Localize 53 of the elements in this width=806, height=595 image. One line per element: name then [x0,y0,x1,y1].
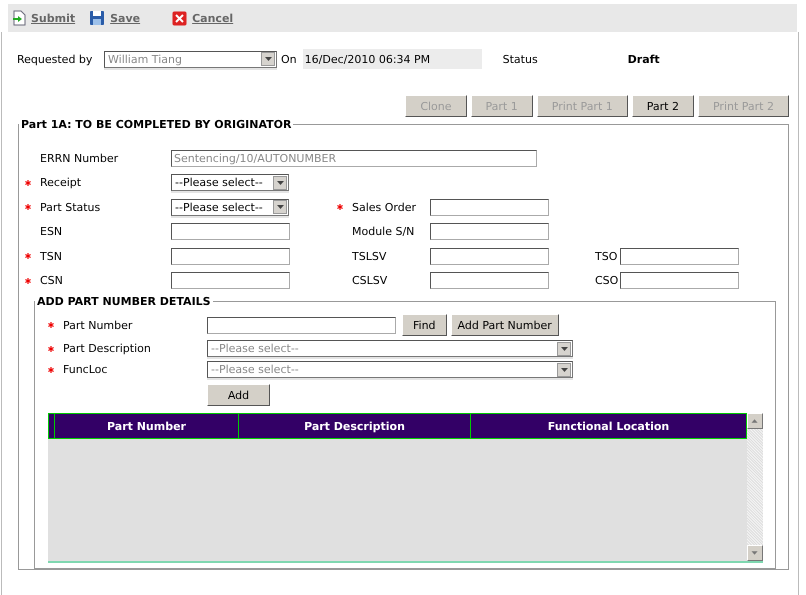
field-label: Status [502,52,539,66]
field-label: TSN [40,250,62,263]
field-label: CSN [40,274,63,288]
scroll-down-icon[interactable] [747,545,763,561]
toolbar-link[interactable]: Submit [12,10,76,26]
field-label: Receipt [40,176,82,190]
add-button[interactable]: Add [207,384,270,406]
add-part-number-button[interactable]: Add Part Number [450,314,559,336]
find-button[interactable]: Find [402,314,447,336]
field-label: Part Number [63,318,132,332]
scroll-up-icon[interactable] [747,413,763,429]
text-field[interactable]: Sentencing/10/AUTONUMBER [171,150,537,167]
text-field[interactable] [430,223,549,240]
field-label: FuncLoc [63,363,108,376]
field-label: On [281,52,297,66]
status-value: Draft [628,52,660,66]
text-field[interactable] [171,272,290,290]
field-label: Part Description [63,342,151,355]
field-label: Module S/N [352,225,414,238]
dropdown[interactable]: William Tiang [104,50,277,68]
scrollbar[interactable] [747,413,763,561]
field-label: Sales Order [352,200,416,214]
column-header: Part Number [54,414,238,438]
date-field: 16/Dec/2010 06:34 PM [302,49,482,69]
text-field[interactable] [430,198,549,216]
field-label: Part Status [40,200,100,214]
text-field[interactable] [171,248,290,265]
text-field[interactable] [620,272,739,290]
field-label: CSLSV [352,274,388,288]
close-icon [172,10,188,26]
toolbar-link[interactable]: Cancel [172,10,234,26]
part-number-field[interactable] [207,316,396,334]
text-field[interactable] [430,248,549,265]
field-label: Requested by [17,52,94,66]
dropdown[interactable]: --Please select-- [207,361,573,378]
column-header: Functional Location [470,414,746,438]
toolbar-link[interactable]: Save [89,10,140,26]
field-label: TSLSV [352,250,386,263]
dropdown[interactable]: --Please select-- [171,174,289,192]
section-title: Part 1A: TO BE COMPLETED BY ORIGINATOR [20,118,292,131]
section-title: ADD PART NUMBER DETAILS [36,295,212,308]
text-field[interactable] [620,248,739,265]
column-header: Part Description [238,414,470,438]
part-button[interactable]: Part 2 [632,95,694,117]
field-label: CSO [595,274,618,288]
field-label: ERRN Number [40,152,118,165]
dropdown[interactable]: --Please select-- [207,340,573,357]
field-label: TSO [595,250,618,263]
document-arrow-icon [12,10,26,26]
dropdown[interactable]: --Please select-- [171,198,289,216]
field-label: ESN [40,225,62,238]
text-field[interactable] [171,223,290,240]
text-field[interactable] [430,272,549,290]
